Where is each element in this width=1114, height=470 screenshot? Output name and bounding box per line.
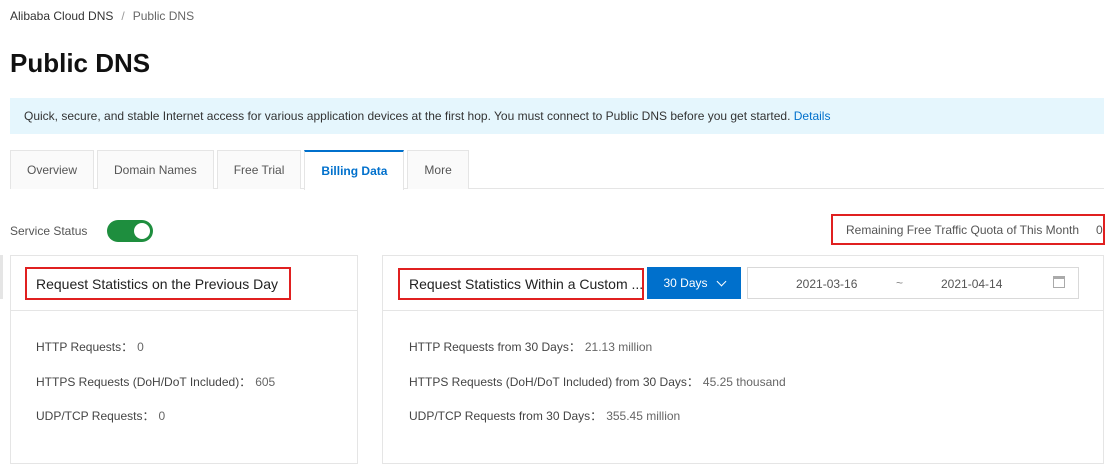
stat-udp-tcp: UDP/TCP Requests： 0 [36, 407, 165, 424]
quota-label: Remaining Free Traffic Quota of This Mon… [846, 222, 1079, 237]
stat-value: 0 [158, 409, 166, 423]
end-date: 2021-04-14 [941, 277, 1003, 291]
scroll-edge-indicator [0, 255, 3, 299]
tab-overview[interactable]: Overview [10, 150, 95, 189]
chevron-down-icon [716, 276, 726, 286]
stat-label: UDP/TCP Requests from 30 Days： [409, 409, 603, 423]
breadcrumb: Alibaba Cloud DNS / Public DNS [10, 9, 194, 23]
tab-free-trial[interactable]: Free Trial [216, 150, 302, 189]
stat-label: UDP/TCP Requests： [36, 409, 155, 423]
quota-value: 0 [1096, 222, 1103, 237]
range-separator: ~ [896, 276, 904, 290]
stat-udp-tcp-30d: UDP/TCP Requests from 30 Days： 355.45 mil… [409, 407, 680, 424]
previous-day-title: Request Statistics on the Previous Day [25, 267, 291, 300]
stat-label: HTTP Requests from 30 Days： [409, 340, 581, 354]
stat-https-30d: HTTPS Requests (DoH/DoT Included) from 3… [409, 373, 786, 390]
period-value: 30 Days [663, 276, 708, 290]
breadcrumb-separator: / [121, 9, 125, 23]
calendar-icon [1053, 276, 1065, 288]
stat-label: HTTPS Requests (DoH/DoT Included) from 3… [409, 375, 699, 389]
tab-more[interactable]: More [407, 150, 469, 189]
service-status-label: Service Status [10, 224, 88, 238]
custom-range-card: Request Statistics Within a Custom ... 3… [382, 255, 1104, 464]
toggle-knob [134, 223, 151, 239]
notice-text: Quick, secure, and stable Internet acces… [24, 109, 791, 123]
page-title: Public DNS [10, 48, 151, 78]
stat-value: 45.25 thousand [702, 375, 786, 389]
tab-domain-names[interactable]: Domain Names [97, 150, 214, 189]
free-quota-indicator: Remaining Free Traffic Quota of This Mon… [831, 214, 1105, 245]
stat-label: HTTP Requests： [36, 340, 134, 354]
service-status: Service Status [10, 220, 154, 242]
period-dropdown[interactable]: 30 Days [647, 267, 741, 299]
custom-range-header: Request Statistics Within a Custom ... 3… [383, 256, 1103, 311]
date-range-picker[interactable]: 2021-03-16 ~ 2021-04-14 [747, 267, 1079, 299]
start-date: 2021-03-16 [796, 277, 858, 291]
notice-details-link[interactable]: Details [794, 109, 831, 123]
stat-value: 355.45 million [606, 409, 681, 423]
stat-value: 605 [255, 375, 276, 389]
stat-http: HTTP Requests： 0 [36, 338, 144, 355]
stat-value: 21.13 million [584, 340, 653, 354]
tab-bar: Overview Domain Names Free Trial Billing… [10, 150, 1104, 190]
breadcrumb-root-link[interactable]: Alibaba Cloud DNS [10, 9, 113, 23]
service-status-toggle[interactable] [107, 220, 154, 242]
stat-value: 0 [137, 340, 144, 354]
previous-day-card: Request Statistics on the Previous Day H… [10, 255, 358, 464]
info-notice: Quick, secure, and stable Internet acces… [10, 98, 1104, 134]
stat-https: HTTPS Requests (DoH/DoT Included)： 605 [36, 373, 275, 390]
breadcrumb-current: Public DNS [132, 9, 195, 23]
previous-day-header: Request Statistics on the Previous Day [11, 256, 357, 311]
tab-billing-data[interactable]: Billing Data [304, 150, 405, 190]
custom-range-title: Request Statistics Within a Custom ... [398, 268, 644, 300]
stat-http-30d: HTTP Requests from 30 Days： 21.13 million [409, 338, 652, 355]
stat-label: HTTPS Requests (DoH/DoT Included)： [36, 375, 252, 389]
